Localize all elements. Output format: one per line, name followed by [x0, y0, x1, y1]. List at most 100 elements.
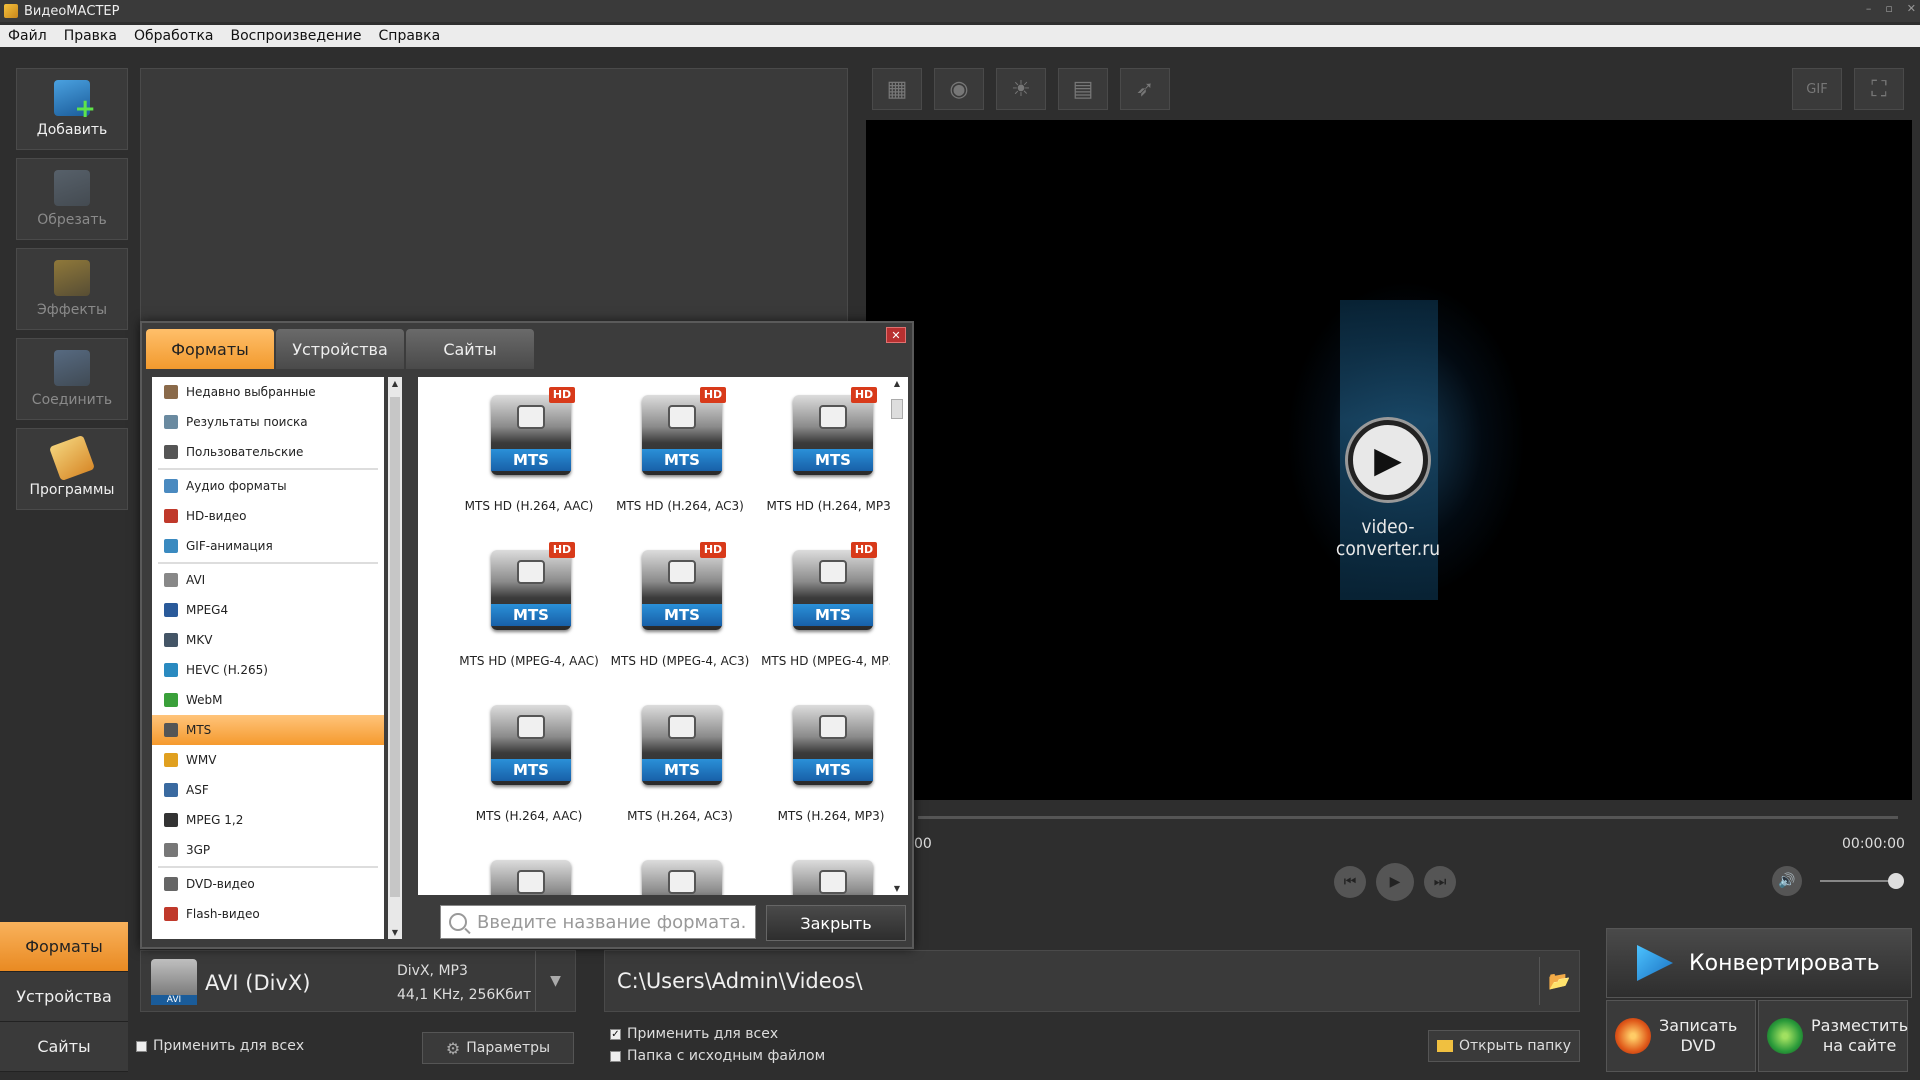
checkbox-box[interactable] [136, 1040, 147, 1052]
avi-badge: AVI [151, 995, 197, 1005]
format-item[interactable]: MTS HD MTS HD (H.264, AAC) [454, 377, 604, 527]
apply-all-path-checkbox[interactable]: ✓ Применить для всех [610, 1026, 778, 1042]
output-path-field[interactable]: C:\Users\Admin\Videos\ 📂 [604, 950, 1580, 1012]
category-item[interactable]: Аудио форматы [152, 471, 384, 501]
add-label: Добавить [36, 122, 108, 138]
category-item[interactable]: MTS [152, 715, 384, 745]
play-button-icon[interactable]: ▶ [1376, 863, 1414, 901]
burn-dvd-button[interactable]: Записать DVD [1606, 1000, 1756, 1072]
hd-badge: HD [700, 542, 726, 558]
crop-frame-icon[interactable]: ▦ [872, 68, 922, 110]
category-item[interactable]: ASF [152, 775, 384, 805]
format-item[interactable]: MTS HD MTS HD (H.264, AC3) [605, 377, 755, 527]
category-item[interactable]: WebM [152, 685, 384, 715]
output-format-selector[interactable]: AVI AVI (DivX) DivX, MP3 44,1 KHz, 256Кб… [140, 950, 576, 1012]
source-folder-checkbox[interactable]: Папка с исходным файлом [610, 1048, 825, 1064]
category-item[interactable]: HEVC (H.265) [152, 655, 384, 685]
category-item[interactable]: DVD-видео [152, 869, 384, 899]
category-item[interactable]: HD-видео [152, 501, 384, 531]
checkbox-box[interactable] [610, 1050, 621, 1062]
category-item[interactable]: MPEG 1,2 [152, 805, 384, 835]
category-item[interactable]: 3GP [152, 835, 384, 865]
effects-button[interactable]: Эффекты [16, 248, 128, 330]
category-item[interactable]: AVI [152, 565, 384, 595]
chevron-down-icon[interactable]: ▼ [535, 951, 575, 1011]
params-button[interactable]: ⚙ Параметры [422, 1032, 574, 1064]
format-item[interactable] [454, 842, 604, 895]
cut-button[interactable]: Обрезать [16, 158, 128, 240]
category-item[interactable]: MPEG4 [152, 595, 384, 625]
format-item[interactable]: MTS MTS (H.264, AC3) [605, 687, 755, 837]
format-item[interactable]: MTS HD MTS HD (MPEG-4, AC3) [605, 532, 755, 682]
gif-icon[interactable]: GIF [1792, 68, 1842, 110]
category-item[interactable]: Недавно выбранные [152, 377, 384, 407]
add-button[interactable]: Добавить [16, 68, 128, 150]
category-item[interactable]: WMV [152, 745, 384, 775]
scroll-down-icon[interactable]: ▼ [892, 884, 902, 893]
volume-icon[interactable]: 🔊 [1772, 866, 1802, 896]
video-preview[interactable]: ▶ video-converter.ru [866, 120, 1912, 800]
scroll-up-icon[interactable]: ▲ [390, 379, 400, 388]
timeline-slider[interactable] [918, 816, 1898, 819]
folder-browse-icon[interactable]: 📂 [1539, 957, 1579, 1005]
speed-icon[interactable]: ➶ [1120, 68, 1170, 110]
dialog-close-icon[interactable]: ✕ [886, 327, 906, 343]
convert-button[interactable]: Конвертировать [1606, 928, 1912, 998]
dialog-tab-formats[interactable]: Форматы [146, 329, 274, 369]
total-time: 00:00:00 [1842, 836, 1905, 852]
category-item[interactable]: Результаты поиска [152, 407, 384, 437]
category-item[interactable]: Flash-видео [152, 899, 384, 929]
menu-file[interactable]: Файл [8, 28, 47, 44]
fullscreen-icon[interactable]: ⛶ [1854, 68, 1904, 110]
scroll-thumb[interactable] [390, 397, 400, 897]
category-item[interactable]: GIF-анимация [152, 531, 384, 561]
menu-edit[interactable]: Правка [64, 28, 117, 44]
join-button[interactable]: Соединить [16, 338, 128, 420]
dialog-tab-sites[interactable]: Сайты [406, 329, 534, 369]
previous-icon[interactable]: ⏮ [1334, 866, 1366, 898]
format-item[interactable]: MTS HD MTS HD (MPEG-4, MP3) [756, 532, 906, 682]
apply-all-format-checkbox[interactable]: Применить для всех [136, 1038, 304, 1054]
side-tab-sites[interactable]: Сайты [0, 1022, 128, 1072]
menu-help[interactable]: Справка [379, 28, 441, 44]
publish-web-button[interactable]: Разместить на сайте [1758, 1000, 1908, 1072]
close-icon[interactable]: ✕ [1907, 2, 1916, 15]
volume-knob[interactable] [1888, 873, 1904, 889]
side-tab-formats[interactable]: Форматы [0, 922, 128, 972]
format-item[interactable] [605, 842, 755, 895]
format-item[interactable]: MTS HD MTS HD (H.264, MP3) [756, 377, 906, 527]
category-item[interactable]: MKV [152, 625, 384, 655]
category-label: Аудио форматы [186, 479, 287, 493]
camcorder-icon: MTS [642, 705, 722, 785]
category-item[interactable]: Пользовательские [152, 437, 384, 467]
format-search-field[interactable] [440, 905, 756, 939]
open-folder-button[interactable]: Открыть папку [1428, 1030, 1580, 1062]
camera-lens-icon [668, 870, 696, 894]
format-item[interactable]: MTS MTS (H.264, MP3) [756, 687, 906, 837]
scroll-up-icon[interactable]: ▲ [892, 379, 902, 388]
play-icon[interactable]: ▶ [1348, 420, 1428, 500]
film-cut-icon[interactable]: ▤ [1058, 68, 1108, 110]
scroll-thumb[interactable] [891, 399, 903, 419]
category-label: MKV [186, 633, 213, 647]
dialog-close-button[interactable]: Закрыть [766, 905, 906, 941]
checkbox-box-checked[interactable]: ✓ [610, 1028, 621, 1040]
menu-processing[interactable]: Обработка [134, 28, 214, 44]
next-icon[interactable]: ⏭ [1424, 866, 1456, 898]
maximize-icon[interactable]: ▫ [1885, 2, 1892, 15]
format-item[interactable]: MTS HD MTS HD (MPEG-4, AAC) [454, 532, 604, 682]
dialog-tab-devices[interactable]: Устройства [276, 329, 404, 369]
scroll-down-icon[interactable]: ▼ [390, 928, 400, 937]
menu-playback[interactable]: Воспроизведение [230, 28, 361, 44]
minimize-icon[interactable]: – [1866, 2, 1872, 15]
category-scrollbar[interactable]: ▲ ▼ [388, 377, 402, 939]
category-list[interactable]: Недавно выбранные Результаты поиска Пользо… [152, 377, 384, 939]
brightness-icon[interactable]: ☀ [996, 68, 1046, 110]
format-item[interactable]: MTS MTS (H.264, AAC) [454, 687, 604, 837]
format-item[interactable] [756, 842, 906, 895]
side-tab-devices[interactable]: Устройства [0, 972, 128, 1022]
snapshot-icon[interactable]: ◉ [934, 68, 984, 110]
format-search-input[interactable] [477, 911, 747, 933]
programs-button[interactable]: Программы [16, 428, 128, 510]
grid-scrollbar[interactable]: ▲ ▼ [890, 377, 904, 895]
